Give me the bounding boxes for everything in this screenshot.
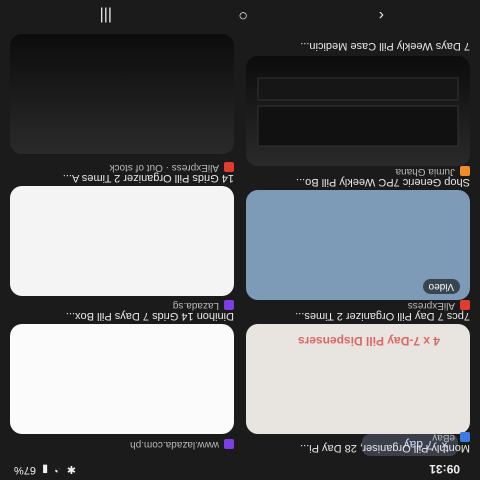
status-bar: 09:31 ✱ ◔ ▮ 67% <box>0 460 480 480</box>
result-image-3[interactable]: 4 x 7-Day Pill Dispensers <box>246 324 470 434</box>
result-source: www.lazada.com.ph <box>130 439 234 450</box>
navigation-bar: ‹ ○ ||| <box>0 0 480 30</box>
bluetooth-icon: ✱ <box>66 463 76 475</box>
source-label: eBay <box>432 432 455 443</box>
source-label: Lazada.sg <box>172 300 219 311</box>
result-image-6[interactable] <box>10 324 234 434</box>
result-title[interactable]: 14 Grids Pill Organizer 2 Times A... <box>10 172 234 184</box>
source-label: Jumia Ghana <box>395 166 455 177</box>
result-source: AliExpress <box>408 300 470 311</box>
status-icons: ✱ ◔ ▮ 67% <box>14 463 76 476</box>
result-source: eBay <box>432 432 470 443</box>
signal-icon: ▮ <box>42 463 49 475</box>
pill-box-image <box>257 77 459 147</box>
result-title[interactable]: Dinihon 14 Grids 7 Days Pill Box... <box>10 310 234 322</box>
source-label: AliExpress <box>407 300 455 311</box>
store-favicon-icon <box>224 439 234 450</box>
store-favicon-icon <box>460 166 470 177</box>
result-source: AliExpress · Out of stock <box>110 162 234 173</box>
result-source: Lazada.sg <box>173 300 234 311</box>
result-title[interactable]: 7pcs 7 Day Pill Organizer 2 Times... <box>246 310 470 322</box>
video-badge: Video <box>422 279 460 294</box>
home-icon[interactable]: ○ <box>238 6 248 24</box>
result-image-1[interactable] <box>246 56 470 166</box>
result-source: Jumia Ghana <box>396 166 470 177</box>
store-favicon-icon <box>460 432 470 443</box>
clock: 09:31 <box>429 462 460 476</box>
result-title[interactable]: Shop Generic 7PC Weekly Pill Bo... <box>246 176 470 188</box>
source-label: www.lazada.com.ph <box>130 439 219 450</box>
result-image-5[interactable] <box>10 186 234 296</box>
source-label: AliExpress · Out of stock <box>109 162 219 173</box>
screen: 09:31 ✱ ◔ ▮ 67% × 7 day 7 Days Weekly Pi… <box>0 0 480 480</box>
image-caption: 4 x 7-Day Pill Dispensers <box>297 334 440 348</box>
store-favicon-icon <box>224 162 234 173</box>
battery-label: 67% <box>14 464 37 476</box>
store-favicon-icon <box>224 300 234 311</box>
store-favicon-icon <box>460 300 470 311</box>
recents-icon[interactable]: ||| <box>100 6 112 24</box>
back-icon[interactable]: ‹ <box>379 6 384 24</box>
wifi-icon: ◔ <box>54 464 61 476</box>
result-title[interactable]: Monthly Pill Organiser, 28 Day Pi... <box>246 442 470 454</box>
result-title[interactable]: 7 Days Weekly Pill Case Medicin... <box>246 40 470 52</box>
result-image-4[interactable] <box>10 34 234 154</box>
result-image-2[interactable]: Video <box>246 190 470 300</box>
